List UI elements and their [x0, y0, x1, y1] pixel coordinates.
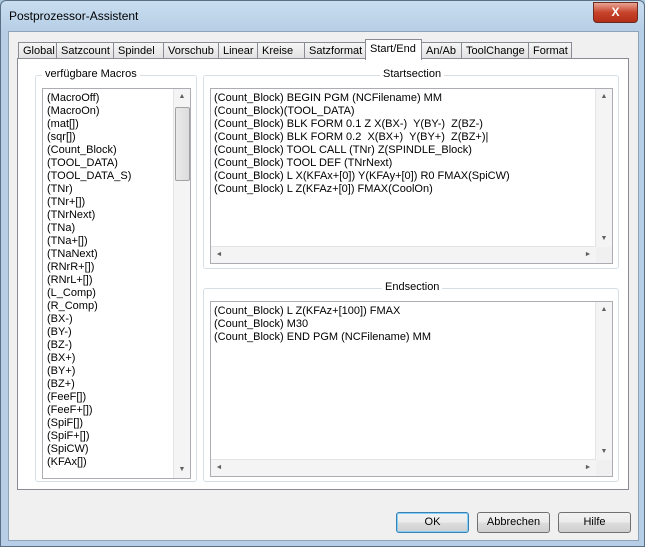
tab-start-end[interactable]: Start/End [365, 39, 422, 60]
macros-group: verfügbare Macros (MacroOff) (MacroOn) (… [35, 68, 197, 482]
endsection-vertical-scrollbar[interactable]: ▲ ▼ [595, 302, 612, 460]
scroll-left-arrow-icon[interactable]: ◄ [211, 247, 227, 263]
code-line: (Count_Block) BLK FORM 0.1 Z X(BX-) Y(BY… [214, 118, 483, 130]
tab-panel-start-end: verfügbare Macros (MacroOff) (MacroOn) (… [17, 58, 629, 490]
code-line: (Count_Block) L Z(KFAz+[0]) FMAX(CoolOn) [214, 183, 433, 195]
list-item[interactable]: (SpiF[]) [47, 417, 131, 430]
tab-an-ab[interactable]: An/Ab [421, 42, 462, 58]
list-item[interactable]: (TNa) [47, 222, 131, 235]
code-line: (Count_Block) BEGIN PGM (NCFilename) MM [214, 92, 442, 104]
dialog-client-area: Global Satzcount Spindel Vorschub Linear… [8, 31, 639, 541]
list-item[interactable]: (L_Comp) [47, 287, 131, 300]
endsection-horizontal-scrollbar[interactable]: ◄ ► [211, 459, 596, 476]
startsection-group: Startsection (Count_Block) BEGIN PGM (NC… [203, 68, 619, 269]
list-item[interactable]: (SpiCW) [47, 443, 131, 456]
list-item[interactable]: (KFAx[]) [47, 456, 131, 469]
list-item[interactable]: (mat[]) [47, 118, 131, 131]
help-button[interactable]: Hilfe [558, 512, 631, 533]
macros-vertical-scrollbar[interactable]: ▲ ▼ [173, 89, 190, 478]
list-item[interactable]: (TNr+[]) [47, 196, 131, 209]
title-bar[interactable]: Postprozessor-Assistent X [1, 1, 644, 31]
scroll-right-arrow-icon[interactable]: ► [580, 460, 596, 476]
scroll-up-arrow-icon[interactable]: ▲ [174, 89, 190, 105]
tab-satzcount[interactable]: Satzcount [56, 42, 114, 58]
list-item[interactable]: (TOOL_DATA) [47, 157, 131, 170]
scroll-up-arrow-icon[interactable]: ▲ [596, 302, 612, 318]
macros-list-items: (MacroOff) (MacroOn) (mat[]) (sqr[]) (Co… [47, 92, 131, 469]
list-item[interactable]: (FeeF[]) [47, 391, 131, 404]
list-item[interactable]: (RNrL+[]) [47, 274, 131, 287]
list-item[interactable]: (TNaNext) [47, 248, 131, 261]
list-item[interactable]: (BY+) [47, 365, 131, 378]
scroll-thumb[interactable] [175, 107, 190, 181]
code-line: (Count_Block) L X(KFAx+[0]) Y(KFAy+[0]) … [214, 170, 510, 182]
cancel-button[interactable]: Abbrechen [477, 512, 550, 533]
startsection-text: (Count_Block) BEGIN PGM (NCFilename) MM … [214, 92, 510, 196]
endsection-group: Endsection (Count_Block) L Z(KFAz+[100])… [203, 281, 619, 482]
list-item[interactable]: (TNr) [47, 183, 131, 196]
code-line: (Count_Block) BLK FORM 0.2 X(BX+) Y(BY+)… [214, 131, 489, 143]
tab-toolchange[interactable]: ToolChange [461, 42, 529, 58]
code-line: (Count_Block) L Z(KFAz+[100]) FMAX [214, 305, 401, 317]
tab-satzformat[interactable]: Satzformat [304, 42, 366, 58]
macros-group-label: verfügbare Macros [42, 68, 140, 80]
scroll-left-arrow-icon[interactable]: ◄ [211, 460, 227, 476]
list-item[interactable]: (SpiF+[]) [47, 430, 131, 443]
close-button[interactable]: X [593, 2, 638, 23]
startsection-editor[interactable]: (Count_Block) BEGIN PGM (NCFilename) MM … [210, 88, 613, 264]
macros-listbox[interactable]: (MacroOff) (MacroOn) (mat[]) (sqr[]) (Co… [42, 88, 191, 479]
scroll-corner [596, 460, 612, 476]
scroll-down-arrow-icon[interactable]: ▼ [596, 444, 612, 460]
startsection-horizontal-scrollbar[interactable]: ◄ ► [211, 246, 596, 263]
list-item[interactable]: (TOOL_DATA_S) [47, 170, 131, 183]
startsection-group-label: Startsection [380, 68, 445, 80]
tab-spindel[interactable]: Spindel [113, 42, 164, 58]
code-line: (Count_Block) TOOL CALL (TNr) Z(SPINDLE_… [214, 144, 472, 156]
list-item[interactable]: (RNrR+[]) [47, 261, 131, 274]
code-line: (Count_Block) END PGM (NCFilename) MM [214, 331, 431, 343]
tab-format[interactable]: Format [528, 42, 572, 58]
scroll-corner [596, 247, 612, 263]
list-item[interactable]: (BZ-) [47, 339, 131, 352]
tab-kreise[interactable]: Kreise [257, 42, 305, 58]
list-item[interactable]: (BX+) [47, 352, 131, 365]
ok-button[interactable]: OK [396, 512, 469, 533]
list-item[interactable]: (BZ+) [47, 378, 131, 391]
endsection-editor[interactable]: (Count_Block) L Z(KFAz+[100]) FMAX (Coun… [210, 301, 613, 477]
scroll-down-arrow-icon[interactable]: ▼ [174, 462, 190, 478]
endsection-text: (Count_Block) L Z(KFAz+[100]) FMAX (Coun… [214, 305, 431, 344]
list-item[interactable]: (MacroOn) [47, 105, 131, 118]
list-item[interactable]: (sqr[]) [47, 131, 131, 144]
endsection-group-label: Endsection [382, 281, 443, 293]
scroll-down-arrow-icon[interactable]: ▼ [596, 231, 612, 247]
code-line: (Count_Block)(TOOL_DATA) [214, 105, 355, 117]
list-item[interactable]: (Count_Block) [47, 144, 131, 157]
list-item[interactable]: (BY-) [47, 326, 131, 339]
scroll-up-arrow-icon[interactable]: ▲ [596, 89, 612, 105]
code-line: (Count_Block) M30 [214, 318, 309, 330]
list-item[interactable]: (R_Comp) [47, 300, 131, 313]
list-item[interactable]: (MacroOff) [47, 92, 131, 105]
list-item[interactable]: (BX-) [47, 313, 131, 326]
dialog-window: Postprozessor-Assistent X Global Satzcou… [0, 0, 645, 547]
list-item[interactable]: (FeeF+[]) [47, 404, 131, 417]
scroll-right-arrow-icon[interactable]: ► [580, 247, 596, 263]
list-item[interactable]: (TNa+[]) [47, 235, 131, 248]
code-line: (Count_Block) TOOL DEF (TNrNext) [214, 157, 393, 169]
startsection-vertical-scrollbar[interactable]: ▲ ▼ [595, 89, 612, 247]
window-title: Postprozessor-Assistent [9, 9, 139, 23]
tab-global[interactable]: Global [18, 42, 57, 58]
tab-vorschub[interactable]: Vorschub [163, 42, 219, 58]
tab-linear[interactable]: Linear [218, 42, 258, 58]
list-item[interactable]: (TNrNext) [47, 209, 131, 222]
